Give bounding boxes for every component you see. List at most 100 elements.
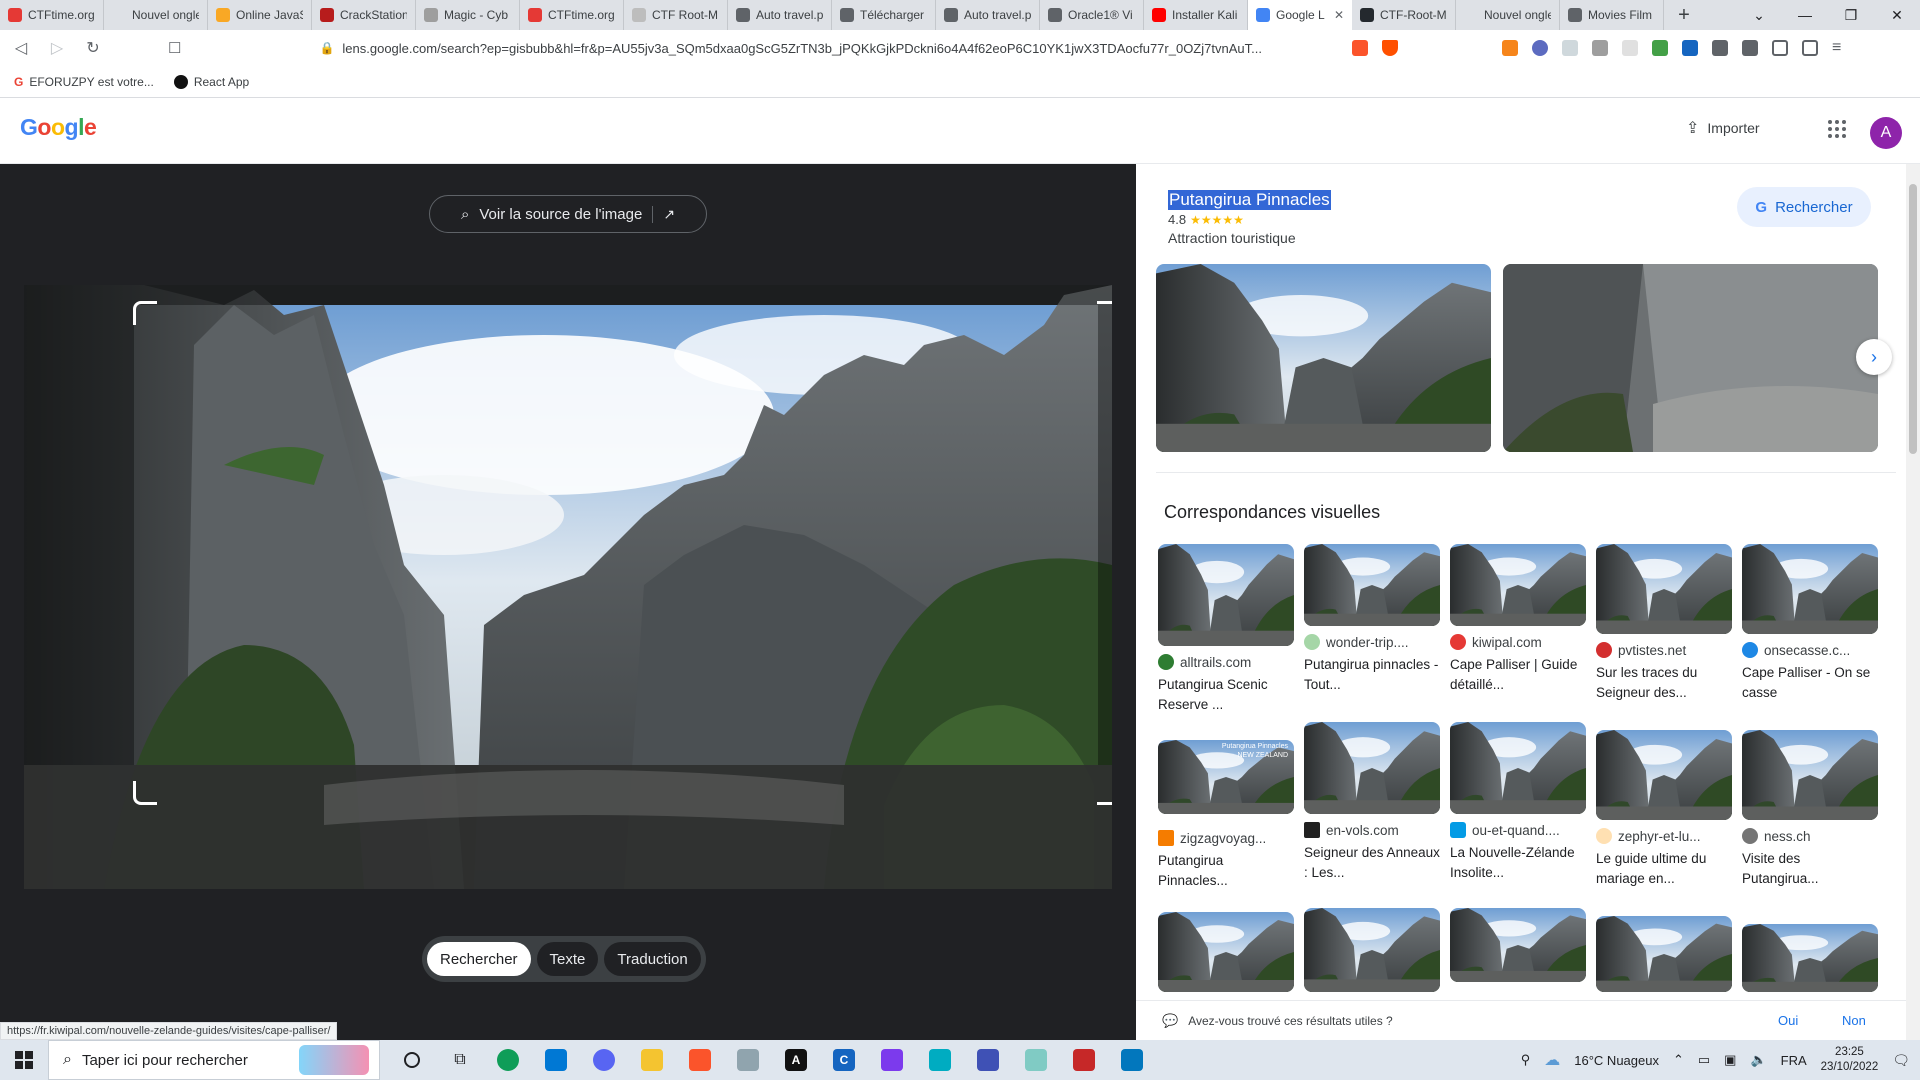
import-button[interactable]: ⇪ Importer <box>1686 118 1760 138</box>
extension-icon-4[interactable] <box>1592 40 1608 56</box>
tab-list-icon[interactable]: ⌄ <box>1736 0 1782 30</box>
browser-tab[interactable]: Nouvel onglet <box>104 0 208 30</box>
carousel-next-icon[interactable]: › <box>1856 339 1892 375</box>
menu-icon[interactable]: ≡ <box>1832 39 1841 57</box>
metamask-icon[interactable] <box>1502 40 1518 56</box>
people-icon[interactable]: ⚲ <box>1521 1052 1531 1068</box>
photos-icon[interactable] <box>724 1040 772 1080</box>
browser-tab[interactable]: CTF-Root-M <box>1352 0 1456 30</box>
browser-tab[interactable]: CrackStation <box>312 0 416 30</box>
results-scrollbar[interactable] <box>1906 164 1920 1040</box>
address-bar[interactable]: ☐ 🔒 lens.google.com/search?ep=gisbubb&hl… <box>168 34 1308 62</box>
browser-tab[interactable]: Télécharger <box>832 0 936 30</box>
visual-match-card[interactable]: pvtistes.net Sur les traces du Seigneur … <box>1596 544 1732 703</box>
browser-tab[interactable]: Movies Film <box>1560 0 1664 30</box>
bookmark-star-icon[interactable]: ☐ <box>168 39 181 57</box>
browser-tab[interactable]: Magic - Cyb <box>416 0 520 30</box>
volume-icon[interactable]: 🔈 <box>1750 1052 1766 1068</box>
app-notes-icon[interactable] <box>1012 1040 1060 1080</box>
wallet-icon[interactable] <box>1802 40 1818 56</box>
extension-icon-5[interactable] <box>1622 40 1638 56</box>
query-image[interactable] <box>24 285 1112 889</box>
visual-match-card[interactable] <box>1450 908 1586 982</box>
weather-cloud-icon[interactable]: ☁ <box>1544 1050 1560 1070</box>
browser-tab[interactable]: CTFtime.org <box>0 0 104 30</box>
visual-match-card[interactable]: ou-et-quand.... La Nouvelle-Zélande Inso… <box>1450 722 1586 883</box>
visual-match-card[interactable]: alltrails.com Putangirua Scenic Reserve … <box>1158 544 1294 715</box>
bookmark-item[interactable]: React App <box>173 74 249 89</box>
visual-match-card[interactable] <box>1596 916 1732 992</box>
feedback-no-button[interactable]: Non <box>1842 1013 1866 1028</box>
app-image-icon[interactable] <box>1108 1040 1156 1080</box>
vscode-icon[interactable] <box>532 1040 580 1080</box>
network-icon[interactable]: ▭ <box>1698 1052 1710 1068</box>
cortana-icon[interactable] <box>388 1040 436 1080</box>
place-photo[interactable] <box>1503 264 1878 452</box>
scrollbar-thumb[interactable] <box>1909 184 1917 454</box>
reload-icon[interactable]: ↻ <box>82 38 104 58</box>
taskbar-search-input[interactable]: ⌕ Taper ici pour rechercher <box>48 1040 380 1080</box>
mode-text[interactable]: Texte <box>536 942 599 976</box>
visual-match-card[interactable]: zephyr-et-lu... Le guide ultime du maria… <box>1596 730 1732 889</box>
new-tab-icon[interactable]: + <box>1664 0 1704 30</box>
sidebar-icon[interactable] <box>1772 40 1788 56</box>
windows-start-icon[interactable] <box>0 1040 48 1080</box>
discord-icon[interactable] <box>580 1040 628 1080</box>
minimize-icon[interactable]: — <box>1782 0 1828 30</box>
visual-match-card[interactable] <box>1304 908 1440 992</box>
language-indicator[interactable]: FRA <box>1781 1053 1807 1068</box>
visual-match-card[interactable] <box>1158 912 1294 992</box>
puzzle-icon[interactable] <box>1712 40 1728 56</box>
notifications-icon[interactable]: 🗨 <box>1892 1052 1910 1069</box>
search-place-button[interactable]: G Rechercher <box>1737 187 1871 227</box>
extension-icon-2[interactable] <box>1532 40 1548 56</box>
place-title[interactable]: Putangirua Pinnacles <box>1168 190 1331 210</box>
visual-match-card[interactable]: Putangirua Pinnacles NEW ZEALAND zigzagv… <box>1158 740 1294 891</box>
browser-tab[interactable]: Auto travel.p <box>728 0 832 30</box>
apps-grid-icon[interactable] <box>1828 120 1846 138</box>
file-explorer-icon[interactable] <box>628 1040 676 1080</box>
display-icon[interactable]: ▣ <box>1724 1052 1736 1068</box>
browser-tab[interactable]: Online JavaS <box>208 0 312 30</box>
browser-tab[interactable]: Auto travel.p <box>936 0 1040 30</box>
browser-tab[interactable]: CTF Root-M <box>624 0 728 30</box>
close-window-icon[interactable]: ✕ <box>1874 0 1920 30</box>
visual-match-card[interactable]: ness.ch Visite des Putangirua... <box>1742 730 1878 889</box>
app-c-icon[interactable]: C <box>820 1040 868 1080</box>
media-icon[interactable] <box>1742 40 1758 56</box>
view-source-button[interactable]: ⌕ Voir la source de l'image ↗ <box>429 195 707 233</box>
avatar[interactable]: A <box>1870 117 1902 149</box>
weather-text[interactable]: 16°C Nuageux <box>1574 1053 1659 1068</box>
tray-chevron-icon[interactable]: ⌃ <box>1673 1052 1684 1068</box>
brave-rewards-icon[interactable] <box>1382 40 1398 56</box>
app-red-icon[interactable] <box>1060 1040 1108 1080</box>
arch-icon[interactable]: A <box>772 1040 820 1080</box>
visual-match-card[interactable] <box>1742 924 1878 992</box>
brave-shield-icon[interactable] <box>1352 40 1368 56</box>
browser-tab[interactable]: Nouvel onglet <box>1456 0 1560 30</box>
feedback-yes-button[interactable]: Oui <box>1778 1013 1798 1028</box>
clock[interactable]: 23:25 23/10/2022 <box>1821 1045 1879 1075</box>
browser-tab[interactable]: Installer Kali <box>1144 0 1248 30</box>
obsidian-icon[interactable] <box>868 1040 916 1080</box>
forward-icon[interactable]: ▷ <box>46 38 68 58</box>
browser-tab[interactable]: Google L ✕ <box>1248 0 1352 30</box>
visual-match-card[interactable]: kiwipal.com Cape Palliser | Guide détail… <box>1450 544 1586 695</box>
extension-icon-6[interactable] <box>1652 40 1668 56</box>
mode-search[interactable]: Rechercher <box>427 942 531 976</box>
mode-translate[interactable]: Traduction <box>604 942 701 976</box>
place-photo[interactable] <box>1156 264 1491 452</box>
bookmark-item[interactable]: G EFORUZPY est votre... <box>14 75 154 89</box>
app-teal-icon[interactable] <box>916 1040 964 1080</box>
extension-icon-7[interactable] <box>1682 40 1698 56</box>
visual-match-card[interactable]: wonder-trip.... Putangirua pinnacles - T… <box>1304 544 1440 695</box>
edge-icon[interactable] <box>484 1040 532 1080</box>
visual-match-card[interactable]: onsecasse.c... Cape Palliser - On se cas… <box>1742 544 1878 703</box>
restore-icon[interactable]: ❐ <box>1828 0 1874 30</box>
task-view-icon[interactable]: ⧉ <box>436 1040 484 1080</box>
close-tab-icon[interactable]: ✕ <box>1334 8 1344 22</box>
back-icon[interactable]: ◁ <box>10 38 32 58</box>
visual-match-card[interactable]: en-vols.com Seigneur des Anneaux : Les..… <box>1304 722 1440 883</box>
brave-icon[interactable] <box>676 1040 724 1080</box>
browser-tab[interactable]: CTFtime.org <box>520 0 624 30</box>
